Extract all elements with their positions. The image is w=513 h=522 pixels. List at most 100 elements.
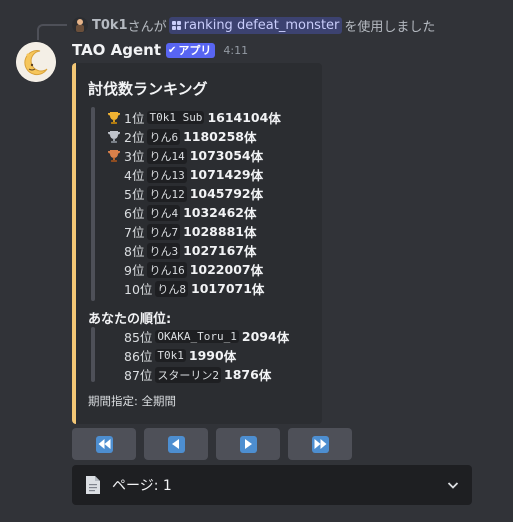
command-used-text: を使用しました — [344, 19, 436, 35]
app-badge: ✔ アプリ — [166, 42, 216, 58]
ranking-row: 9位 りん16 1022007 体 — [124, 260, 263, 279]
chevron-down-icon — [446, 477, 460, 496]
bronze-trophy-icon — [106, 149, 122, 163]
app-command-icon — [171, 20, 181, 30]
defeat-count: 1071429 — [189, 167, 251, 182]
count-unit: 体 — [243, 206, 257, 221]
defeat-count: 2094 — [241, 329, 277, 344]
ranking-embed: 討伐数ランキング 1位 T0k1 Sub 1614104 体 2位 りん6 11… — [72, 63, 322, 424]
player-name: りん7 — [147, 223, 181, 240]
defeat-count: 1073054 — [189, 148, 251, 163]
count-unit: 体 — [250, 263, 264, 278]
count-unit: 体 — [250, 168, 264, 183]
count-unit: 体 — [276, 330, 290, 345]
bot-name[interactable]: TAO Agent — [72, 41, 161, 59]
defeat-count: 1876 — [224, 367, 259, 382]
command-chip[interactable]: ranking defeat_monster — [168, 16, 343, 34]
rank-label: 7位 — [124, 225, 145, 240]
defeat-count: 1032462 — [183, 205, 244, 220]
check-icon: ✔ — [168, 44, 177, 56]
first-page-button[interactable] — [72, 428, 136, 460]
command-usage-line: T0k1 さんが ranking defeat_monster を使用しました — [72, 16, 436, 35]
defeat-count: 1614104 — [207, 110, 269, 125]
embed-title: 討伐数ランキング — [88, 80, 208, 98]
player-name: りん16 — [147, 261, 187, 278]
ranking-row: 6位 りん4 1032462 体 — [124, 203, 256, 222]
rank-label: 2位 — [124, 130, 145, 145]
count-unit: 体 — [268, 111, 281, 126]
count-unit: 体 — [243, 130, 257, 145]
player-name: りん3 — [147, 242, 181, 259]
ranking-row: 4位 りん13 1071429 体 — [124, 165, 263, 184]
next-page-button[interactable] — [216, 428, 280, 460]
count-unit: 体 — [243, 244, 257, 259]
previous-page-button[interactable] — [144, 428, 208, 460]
first-page-icon — [95, 435, 113, 453]
player-name: OKAKA_Toru_1 — [155, 330, 239, 343]
rank-label: 5位 — [124, 187, 145, 202]
defeat-count: 1990 — [188, 348, 224, 363]
rank-label: 86位 — [124, 349, 153, 364]
player-name: りん6 — [147, 128, 181, 145]
page-select[interactable]: ページ: 1 — [72, 465, 472, 505]
your-rank-title: あなたの順位: — [88, 312, 172, 327]
count-unit: 体 — [258, 368, 272, 383]
previous-page-icon — [167, 435, 185, 453]
count-unit: 体 — [251, 282, 265, 297]
your-rank-row: 85位 OKAKA_Toru_1 2094 体 — [124, 327, 289, 346]
player-name: りん4 — [147, 204, 181, 221]
player-name: りん8 — [155, 280, 189, 297]
rank-label: 1位 — [124, 111, 145, 126]
ranking-row: 3位 りん14 1073054 体 — [106, 146, 263, 165]
player-name: T0k1 Sub — [147, 111, 205, 124]
rank-label: 3位 — [124, 149, 145, 164]
count-unit: 体 — [250, 187, 264, 202]
rank-label: 87位 — [124, 368, 153, 383]
defeat-count: 1180258 — [183, 129, 244, 144]
rank-label: 85位 — [124, 330, 153, 345]
count-unit: 体 — [223, 349, 237, 364]
player-name: りん13 — [147, 166, 187, 183]
ranking-row: 10位 りん8 1017071 体 — [124, 279, 264, 298]
message-time[interactable]: 4:11 — [223, 44, 248, 57]
bot-avatar[interactable] — [16, 42, 56, 82]
defeat-count: 1028881 — [183, 224, 244, 239]
count-unit: 体 — [250, 149, 264, 164]
embed-footer: 期間指定: 全期間 — [88, 394, 177, 408]
your-rank-row: 87位 スターリン2 1876 体 — [124, 365, 271, 384]
user-avatar-icon[interactable] — [72, 17, 88, 33]
rank-label: 8位 — [124, 244, 145, 259]
command-user[interactable]: T0k1 — [92, 18, 128, 33]
page-document-icon — [82, 474, 104, 496]
player-name: りん12 — [147, 185, 187, 202]
rank-label: 6位 — [124, 206, 145, 221]
player-name: T0k1 — [155, 349, 186, 362]
player-name: りん14 — [147, 147, 187, 164]
app-badge-label: アプリ — [178, 44, 212, 57]
last-page-icon — [311, 435, 329, 453]
ranking-row: 1位 T0k1 Sub 1614104 体 — [106, 108, 281, 127]
silver-trophy-icon — [106, 130, 122, 144]
page-select-label: ページ: 1 — [112, 478, 172, 494]
next-page-icon — [239, 435, 257, 453]
ranking-row: 7位 りん7 1028881 体 — [124, 222, 256, 241]
command-name: ranking defeat_monster — [183, 17, 340, 33]
ranking-row: 8位 りん3 1027167 体 — [124, 241, 256, 260]
defeat-count: 1022007 — [189, 262, 251, 277]
command-user-suffix: さんが — [127, 19, 167, 35]
gold-trophy-icon — [106, 111, 122, 125]
defeat-count: 1027167 — [183, 243, 244, 258]
message-header: TAO Agent ✔ アプリ 4:11 — [72, 40, 248, 60]
rank-label: 9位 — [124, 263, 145, 278]
rank-label: 4位 — [124, 168, 145, 183]
player-name: スターリン2 — [155, 366, 222, 383]
ranking-row: 5位 りん12 1045792 体 — [124, 184, 263, 203]
count-unit: 体 — [243, 225, 257, 240]
defeat-count: 1017071 — [191, 281, 252, 296]
defeat-count: 1045792 — [189, 186, 251, 201]
last-page-button[interactable] — [288, 428, 352, 460]
quote-bar — [91, 107, 95, 301]
quote-bar — [91, 327, 95, 382]
reply-connector — [37, 24, 67, 40]
ranking-row: 2位 りん6 1180258 体 — [106, 127, 256, 146]
